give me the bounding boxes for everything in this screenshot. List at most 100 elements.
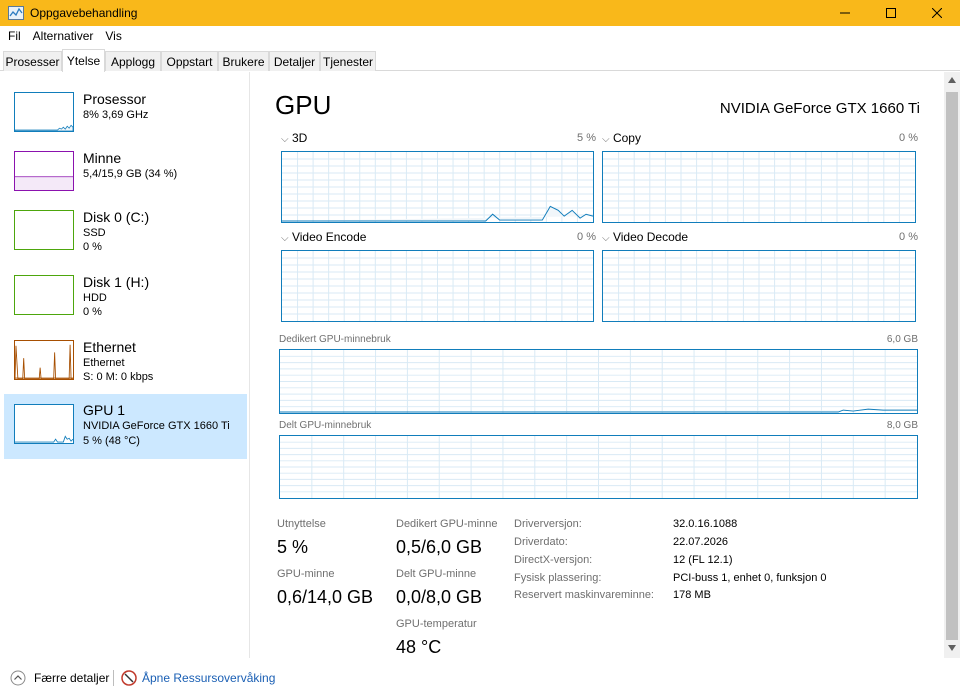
resource-name: GPU 1 bbox=[83, 402, 126, 418]
tab-startup[interactable]: Oppstart bbox=[161, 51, 218, 71]
engine-selector-3d[interactable]: ⌵ 3D bbox=[281, 131, 307, 145]
tab-processes[interactable]: Prosesser bbox=[3, 51, 62, 71]
shared-memory-stat-label: Delt GPU-minne bbox=[396, 568, 477, 580]
temperature-value: 48 °C bbox=[396, 637, 442, 657]
engine-label: 3D bbox=[291, 131, 308, 145]
engine-selector-video-decode[interactable]: ⌵ Video Decode bbox=[602, 230, 688, 244]
resource-detail: SSD bbox=[83, 227, 106, 239]
engine-label: Copy bbox=[612, 131, 641, 145]
resource-item-disk1[interactable]: Disk 1 (H:) HDD 0 % bbox=[4, 255, 247, 320]
resource-monitor-label: Åpne Ressursovervåking bbox=[142, 671, 276, 685]
resource-item-gpu1[interactable]: GPU 1 NVIDIA GeForce GTX 1660 Ti 5 % (48… bbox=[4, 394, 247, 459]
graph-3d bbox=[281, 151, 594, 223]
driver-date-value: 22.07.2026 bbox=[673, 536, 729, 548]
driver-version-value: 32.0.16.1088 bbox=[673, 518, 738, 530]
dedicated-memory-stat-label: Dedikert GPU-minne bbox=[396, 518, 498, 530]
gpu-memory-label: GPU-minne bbox=[277, 568, 335, 580]
resource-item-memory[interactable]: Minne 5,4/15,9 GB (34 %) bbox=[4, 131, 247, 196]
resource-detail: 0 % bbox=[83, 306, 102, 318]
fewer-details-button[interactable]: Færre detaljer bbox=[10, 670, 109, 686]
engine-label: Video Encode bbox=[291, 230, 367, 244]
resource-detail: 8% 3,69 GHz bbox=[83, 109, 149, 121]
graph-video-encode bbox=[281, 250, 594, 322]
graph-video-decode bbox=[602, 250, 916, 322]
vertical-scrollbar[interactable] bbox=[944, 72, 960, 658]
engine-selector-copy[interactable]: ⌵ Copy bbox=[602, 131, 641, 145]
tab-users[interactable]: Brukere bbox=[218, 51, 269, 71]
graph-shared-memory bbox=[279, 435, 918, 499]
chevron-down-icon: ⌵ bbox=[281, 233, 289, 244]
resource-item-disk0[interactable]: Disk 0 (C:) SSD 0 % bbox=[4, 190, 247, 255]
scroll-thumb[interactable] bbox=[946, 92, 958, 640]
engine-value: 0 % bbox=[899, 132, 918, 144]
gpu-memory-value: 0,6/14,0 GB bbox=[277, 587, 374, 607]
directx-version-label: DirectX-versjon: bbox=[514, 554, 593, 566]
close-icon bbox=[932, 8, 942, 18]
shared-memory-stat-value: 0,0/8,0 GB bbox=[396, 587, 483, 607]
bottom-bar: Færre detaljer Åpne Ressursovervåking bbox=[0, 658, 960, 700]
resource-name: Minne bbox=[83, 150, 122, 166]
resource-list: Prosessor 8% 3,69 GHz Minne 5,4/15,9 GB … bbox=[0, 72, 250, 658]
tab-app-history[interactable]: Applogg bbox=[105, 51, 161, 71]
task-manager-icon bbox=[8, 6, 24, 20]
chevron-down-icon: ⌵ bbox=[602, 233, 610, 244]
cpu-thumbnail bbox=[14, 92, 74, 132]
menu-bar: Fil Alternativer Vis bbox=[0, 26, 960, 46]
physical-location-value: PCI-buss 1, enhet 0, funksjon 0 bbox=[673, 572, 827, 584]
tab-bar: Prosesser Ytelse Applogg Oppstart Bruker… bbox=[0, 46, 960, 72]
tab-services[interactable]: Tjenester bbox=[320, 51, 376, 71]
resource-monitor-icon bbox=[121, 670, 137, 686]
resource-detail: S: 0 M: 0 kbps bbox=[83, 371, 154, 383]
graph-copy bbox=[602, 151, 916, 223]
reserved-memory-label: Reservert maskinvareminne: bbox=[514, 589, 654, 601]
menu-options[interactable]: Alternativer bbox=[27, 29, 100, 43]
minimize-button[interactable] bbox=[822, 0, 868, 26]
disk1-thumbnail bbox=[14, 275, 74, 315]
shared-memory-max: 8,0 GB bbox=[886, 420, 918, 431]
window-title: Oppgavebehandling bbox=[30, 6, 138, 20]
menu-view[interactable]: Vis bbox=[99, 29, 127, 43]
gpu1-thumbnail bbox=[14, 404, 74, 444]
physical-location-label: Fysisk plassering: bbox=[514, 572, 602, 584]
menu-file[interactable]: Fil bbox=[2, 29, 27, 43]
minimize-icon bbox=[840, 12, 850, 14]
chevron-down-icon: ⌵ bbox=[602, 134, 610, 145]
shared-memory-label: Delt GPU-minnebruk bbox=[279, 420, 372, 431]
page-title: GPU bbox=[275, 90, 332, 120]
scroll-up-arrow-icon[interactable] bbox=[948, 77, 956, 83]
resource-detail: Ethernet bbox=[83, 357, 125, 369]
title-bar: Oppgavebehandling bbox=[0, 0, 960, 26]
resource-name: Disk 1 (H:) bbox=[83, 274, 150, 290]
tab-details[interactable]: Detaljer bbox=[269, 51, 320, 71]
resource-item-ethernet[interactable]: Ethernet Ethernet S: 0 M: 0 kbps bbox=[4, 320, 247, 385]
engine-label: Video Decode bbox=[612, 230, 689, 244]
dedicated-memory-label: Dedikert GPU-minnebruk bbox=[279, 334, 391, 345]
divider bbox=[113, 670, 114, 686]
temperature-label: GPU-temperatur bbox=[396, 618, 477, 630]
resource-name: Ethernet bbox=[83, 339, 136, 355]
resource-detail: NVIDIA GeForce GTX 1660 Ti bbox=[83, 420, 230, 432]
scroll-down-arrow-icon[interactable] bbox=[948, 645, 956, 651]
driver-version-label: Driverversjon: bbox=[514, 518, 582, 530]
resource-item-cpu[interactable]: Prosessor 8% 3,69 GHz bbox=[4, 72, 247, 137]
chevron-up-circle-icon bbox=[10, 670, 26, 686]
graph-dedicated-memory bbox=[279, 349, 918, 414]
engine-value: 0 % bbox=[899, 231, 918, 243]
open-resource-monitor-link[interactable]: Åpne Ressursovervåking bbox=[121, 670, 275, 686]
tab-performance[interactable]: Ytelse bbox=[62, 49, 105, 72]
memory-thumbnail bbox=[14, 151, 74, 191]
fewer-details-label: Færre detaljer bbox=[34, 671, 110, 685]
engine-selector-video-encode[interactable]: ⌵ Video Encode bbox=[281, 230, 366, 244]
resource-name: Prosessor bbox=[83, 91, 147, 107]
disk0-thumbnail bbox=[14, 210, 74, 250]
resource-detail: 5,4/15,9 GB (34 %) bbox=[83, 168, 178, 180]
chevron-down-icon: ⌵ bbox=[281, 134, 289, 145]
reserved-memory-value: 178 MB bbox=[673, 589, 711, 601]
maximize-button[interactable] bbox=[868, 0, 914, 26]
resource-detail: 0 % bbox=[83, 241, 102, 253]
dedicated-memory-max: 6,0 GB bbox=[886, 334, 918, 345]
close-button[interactable] bbox=[914, 0, 960, 26]
directx-version-value: 12 (FL 12.1) bbox=[673, 554, 733, 566]
maximize-icon bbox=[886, 8, 896, 18]
gpu-detail-panel: GPU NVIDIA GeForce GTX 1660 Ti ⌵ 3D 5 % … bbox=[251, 72, 944, 658]
